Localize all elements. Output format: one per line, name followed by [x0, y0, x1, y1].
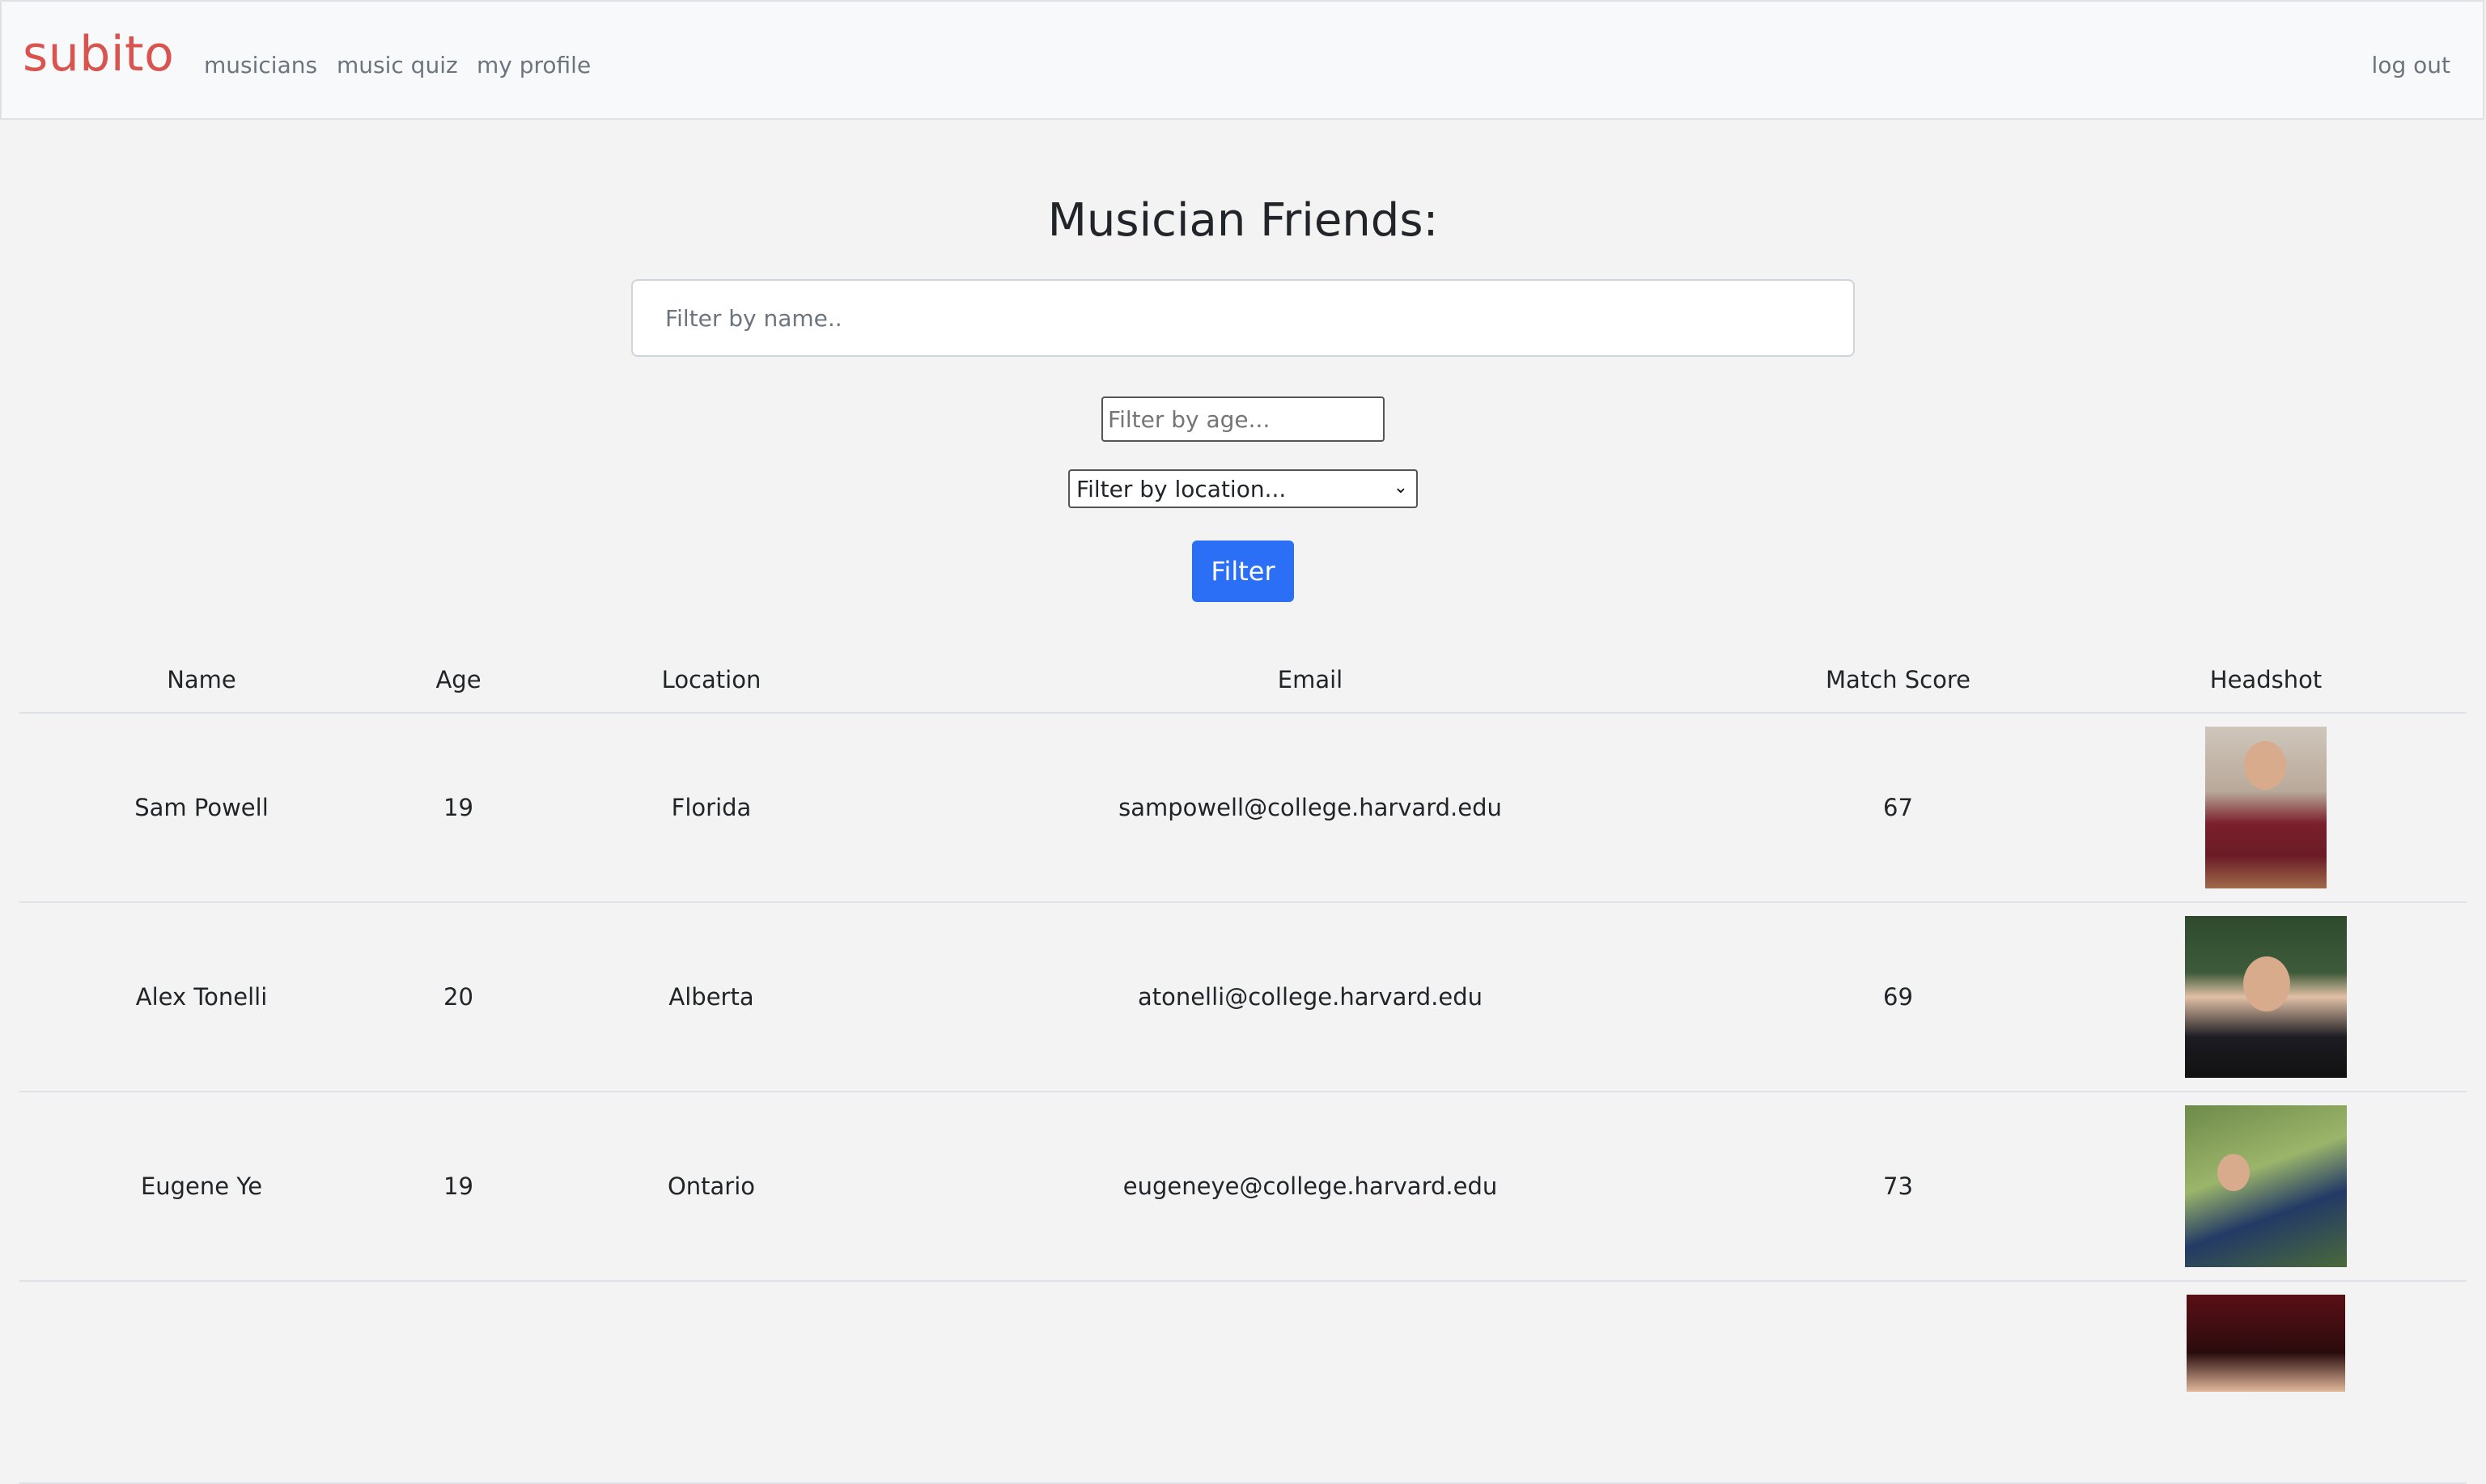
cell-headshot	[2065, 1092, 2467, 1282]
headshot-image	[2187, 1295, 2345, 1392]
cell-email: eugeneye@college.harvard.edu	[889, 1092, 1731, 1282]
cell-match-score: 73	[1731, 1092, 2065, 1282]
cell-match-score: 67	[1731, 713, 2065, 903]
column-header-name: Name	[19, 647, 384, 714]
cell-match-score	[1731, 1281, 2065, 1484]
name-filter-input[interactable]	[631, 279, 1855, 357]
headshot-image	[2185, 916, 2347, 1078]
cell-headshot	[2065, 1281, 2467, 1484]
page-title: Musician Friends:	[1047, 194, 1439, 247]
column-header-location: Location	[533, 647, 889, 714]
location-filter-value: Filter by location...	[1076, 475, 1287, 502]
table-row: Eugene Ye 19 Ontario eugeneye@college.ha…	[19, 1092, 2467, 1282]
column-header-headshot: Headshot	[2065, 647, 2467, 714]
column-header-match-score: Match Score	[1731, 647, 2065, 714]
brand-logo[interactable]: subito	[23, 26, 174, 83]
nav-link-log-out[interactable]: log out	[2372, 52, 2450, 78]
column-header-age: Age	[384, 647, 533, 714]
cell-age: 20	[384, 902, 533, 1092]
headshot-image	[2185, 1105, 2347, 1267]
cell-headshot	[2065, 713, 2467, 903]
cell-location	[533, 1281, 889, 1484]
nav-link-musicians[interactable]: musicians	[204, 52, 317, 78]
cell-email: atonelli@college.harvard.edu	[889, 902, 1731, 1092]
chevron-down-icon: ⌄	[1393, 477, 1408, 498]
age-filter-input[interactable]	[1101, 396, 1385, 442]
cell-name: Alex Tonelli	[19, 902, 384, 1092]
cell-age: 19	[384, 1092, 533, 1282]
table-row	[19, 1281, 2467, 1484]
cell-name	[19, 1281, 384, 1484]
cell-location: Alberta	[533, 902, 889, 1092]
cell-email: sampowell@college.harvard.edu	[889, 713, 1731, 903]
table-header-row: Name Age Location Email Match Score Head…	[19, 647, 2467, 714]
table-row: Alex Tonelli 20 Alberta atonelli@college…	[19, 902, 2467, 1092]
cell-location: Ontario	[533, 1092, 889, 1282]
location-filter-select[interactable]: Filter by location... ⌄	[1068, 469, 1418, 508]
cell-age: 19	[384, 713, 533, 903]
headshot-image	[2205, 727, 2327, 888]
navbar: subito musicians music quiz my profile l…	[0, 0, 2484, 120]
nav-link-music-quiz[interactable]: music quiz	[337, 52, 458, 78]
cell-email	[889, 1281, 1731, 1484]
cell-location: Florida	[533, 713, 889, 903]
cell-headshot	[2065, 902, 2467, 1092]
nav-link-my-profile[interactable]: my profile	[477, 52, 591, 78]
column-header-email: Email	[889, 647, 1731, 714]
cell-name: Sam Powell	[19, 713, 384, 903]
filter-button[interactable]: Filter	[1192, 541, 1294, 602]
musician-table: Name Age Location Email Match Score Head…	[19, 647, 2467, 1484]
table-row: Sam Powell 19 Florida sampowell@college.…	[19, 713, 2467, 903]
cell-age	[384, 1281, 533, 1484]
cell-match-score: 69	[1731, 902, 2065, 1092]
cell-name: Eugene Ye	[19, 1092, 384, 1282]
